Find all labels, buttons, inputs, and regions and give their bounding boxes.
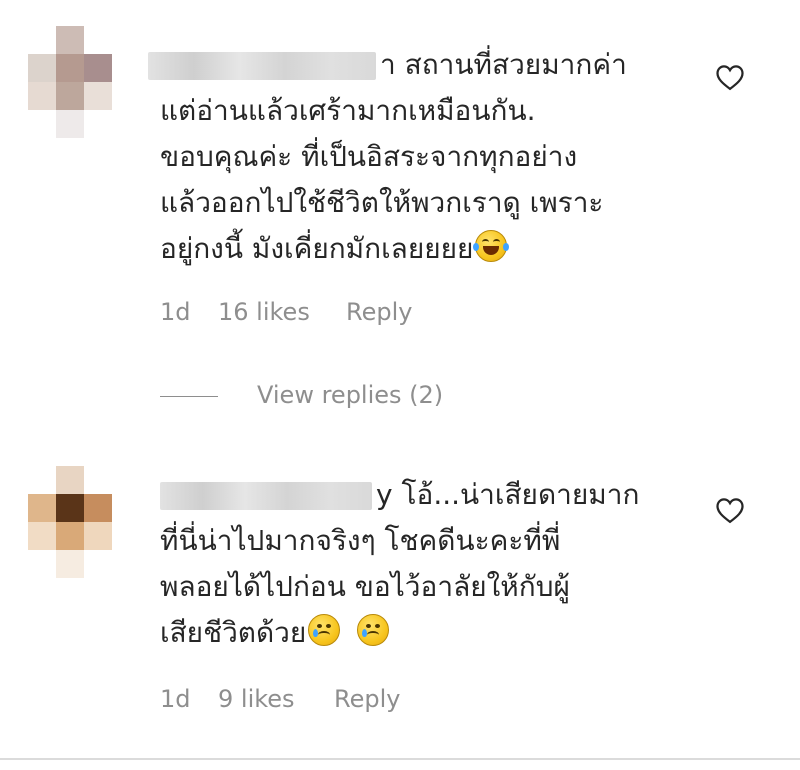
comment-time[interactable]: 1d [160,685,191,713]
heart-outline-icon[interactable] [715,63,745,91]
comment-text-line: ที่นี่น่าไปมากจริงๆ โชคดีนะคะที่พี่ [160,524,561,557]
comment-likes[interactable]: 16 likes [218,298,310,326]
reply-button[interactable]: Reply [334,685,400,713]
username-blurred[interactable] [148,52,376,80]
comment-text: เสียชีวิตด้วย [160,616,307,649]
username-blurred[interactable] [160,482,372,510]
reply-button[interactable]: Reply [346,298,412,326]
crying-face-icon [357,614,390,646]
comment-time[interactable]: 1d [160,298,191,326]
divider [0,758,800,760]
comment-text-line-with-emoji: อยู่กงนี้ มังเคี่ยกมักเลยยยย [160,229,510,269]
comment-text-line: แต่อ่านแล้วเศร้ามากเหมือนกัน. [160,94,536,127]
crying-face-icon [308,614,341,646]
comment-text-line-with-emoji: เสียชีวิตด้วย [160,613,390,653]
face-with-tears-of-joy-icon [473,230,510,262]
comment-meta: 1d 9 likes Reply [0,685,800,715]
comment-text: อยู่กงนี้ มังเคี่ยกมักเลยยยย [160,232,474,265]
comment-meta: 1d 16 likes Reply [0,298,800,328]
view-replies-divider [160,396,218,397]
avatar[interactable] [28,26,112,138]
view-replies-button[interactable]: View replies (2) [257,381,443,409]
comment-text-line: า สถานที่สวยมากค่า [380,48,627,81]
heart-outline-icon[interactable] [715,496,745,524]
comment-likes[interactable]: 9 likes [218,685,295,713]
comment-text-line: พลอยได้ไปก่อน ขอไว้อาลัยให้กับผู้ [160,570,570,603]
avatar[interactable] [28,466,112,578]
comment-text-line: ขอบคุณค่ะ ที่เป็นอิสระจากทุกอย่าง [160,140,578,173]
comment-text-line: y โอ้...น่าเสียดายมาก [376,478,640,511]
comment-text-line: แล้วออกไปใช้ชีวิตให้พวกเราดู เพราะ [160,186,604,219]
